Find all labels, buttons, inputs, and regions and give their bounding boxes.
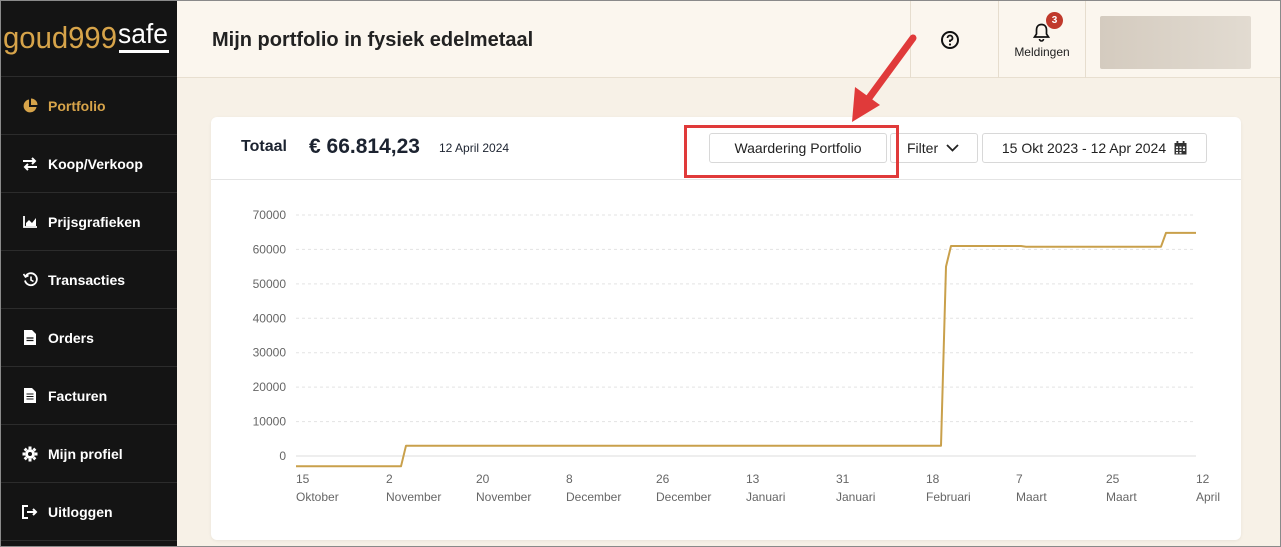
svg-text:safe: safe — [118, 18, 168, 49]
sidebar-item-label: Transacties — [48, 271, 126, 288]
page-title: Mijn portfolio in fysiek edelmetaal — [212, 29, 534, 51]
area-chart-icon — [21, 213, 39, 231]
x-tick-day: 13 — [746, 472, 760, 486]
sidebar-item-label: Orders — [48, 329, 94, 346]
card-header: Totaal € 66.814,23 12 April 2024 Waarder… — [211, 117, 1241, 180]
x-tick-day: 20 — [476, 472, 490, 486]
sidebar-item-label: Koop/Verkoop — [48, 155, 143, 172]
sidebar-item-label: Uitloggen — [48, 503, 113, 520]
sidebar-item-mijn-profiel[interactable]: Mijn profiel — [1, 425, 177, 483]
sidebar-item-koop-verkoop[interactable]: Koop/Verkoop — [1, 135, 177, 193]
y-tick-label: 40000 — [253, 311, 287, 325]
x-tick-day: 25 — [1106, 472, 1120, 486]
sidebar-item-facturen[interactable]: Facturen — [1, 367, 177, 425]
y-tick-label: 0 — [279, 449, 286, 463]
x-tick-month: Oktober — [296, 490, 339, 504]
document-icon — [21, 329, 39, 347]
x-tick-day: 7 — [1016, 472, 1023, 486]
exchange-arrows-icon — [21, 155, 39, 173]
y-tick-label: 30000 — [253, 346, 287, 360]
svg-text:goud999: goud999 — [3, 20, 117, 55]
sidebar-item-label: Mijn profiel — [48, 445, 123, 462]
sidebar-item-prijsgrafieken[interactable]: Prijsgrafieken — [1, 193, 177, 251]
x-tick-day: 15 — [296, 472, 310, 486]
x-tick-day: 26 — [656, 472, 670, 486]
history-icon — [21, 271, 39, 289]
sidebar-item-label: Portfolio — [48, 97, 106, 114]
total-label: Totaal — [241, 138, 287, 155]
filter-label: Filter — [907, 140, 939, 156]
filter-dropdown[interactable]: Filter — [890, 133, 978, 163]
logo[interactable]: goud999 safe — [1, 1, 177, 77]
y-tick-label: 20000 — [253, 380, 287, 394]
sidebar: goud999 safe Portfolio Koop/Verkoop Prij… — [1, 1, 177, 547]
x-tick-month: Januari — [836, 490, 875, 504]
total-value: € 66.814,23 — [309, 135, 420, 158]
sidebar-item-uitloggen[interactable]: Uitloggen — [1, 483, 177, 541]
date-range-label: 15 Okt 2023 - 12 Apr 2024 — [1001, 140, 1167, 156]
header-divider — [910, 1, 911, 78]
x-tick-month: December — [656, 490, 711, 504]
valuation-portfolio-button[interactable]: Waardering Portfolio — [709, 133, 887, 163]
x-tick-month: Maart — [1106, 490, 1137, 504]
user-avatar[interactable] — [1100, 16, 1251, 69]
top-header: Mijn portfolio in fysiek edelmetaal 3 Me… — [177, 1, 1280, 78]
sidebar-item-portfolio[interactable]: Portfolio — [1, 77, 177, 135]
y-tick-label: 70000 — [253, 208, 287, 222]
chevron-down-icon — [946, 144, 959, 152]
x-tick-month: Maart — [1016, 490, 1047, 504]
y-tick-label: 10000 — [253, 415, 287, 429]
header-divider — [1085, 1, 1086, 78]
logout-icon — [21, 503, 39, 521]
x-tick-day: 31 — [836, 472, 850, 486]
pie-chart-icon — [21, 97, 39, 115]
x-tick-month: Januari — [746, 490, 785, 504]
sidebar-item-orders[interactable]: Orders — [1, 309, 177, 367]
x-tick-month: December — [566, 490, 621, 504]
calendar-icon — [1174, 141, 1187, 155]
x-tick-day: 18 — [926, 472, 940, 486]
x-tick-day: 8 — [566, 472, 573, 486]
notification-count-badge: 3 — [1046, 12, 1063, 29]
x-tick-day: 12 — [1196, 472, 1210, 486]
sidebar-item-transacties[interactable]: Transacties — [1, 251, 177, 309]
portfolio-card: Totaal € 66.814,23 12 April 2024 Waarder… — [211, 117, 1241, 540]
sidebar-item-label: Facturen — [48, 387, 108, 404]
y-tick-label: 60000 — [253, 242, 287, 256]
x-tick-month: November — [386, 490, 441, 504]
goud999safe-logo: goud999 safe — [3, 18, 169, 55]
sidebar-item-label: Prijsgrafieken — [48, 213, 141, 230]
series-line — [296, 231, 1196, 468]
x-tick-day: 2 — [386, 472, 393, 486]
notifications-label: Meldingen — [1014, 45, 1070, 59]
x-tick-month: November — [476, 490, 531, 504]
valuation-portfolio-label: Waardering Portfolio — [734, 140, 862, 156]
date-range-picker[interactable]: 15 Okt 2023 - 12 Apr 2024 — [982, 133, 1207, 163]
chart-svg: 0 10000 20000 30000 40000 50000 60000 70000 15 Ok… — [253, 208, 1220, 504]
total-date: 12 April 2024 — [439, 141, 510, 155]
x-tick-month: April — [1196, 490, 1220, 504]
x-tick-month: Februari — [926, 490, 971, 504]
gear-icon — [21, 445, 39, 463]
notifications-button[interactable]: 3 Meldingen — [999, 9, 1085, 69]
portfolio-value-chart: 0 10000 20000 30000 40000 50000 60000 70000 15 Ok… — [211, 181, 1241, 540]
y-tick-label: 50000 — [253, 277, 287, 291]
question-circle-icon — [941, 31, 959, 49]
help-button[interactable] — [940, 30, 960, 50]
invoice-icon — [21, 387, 39, 405]
